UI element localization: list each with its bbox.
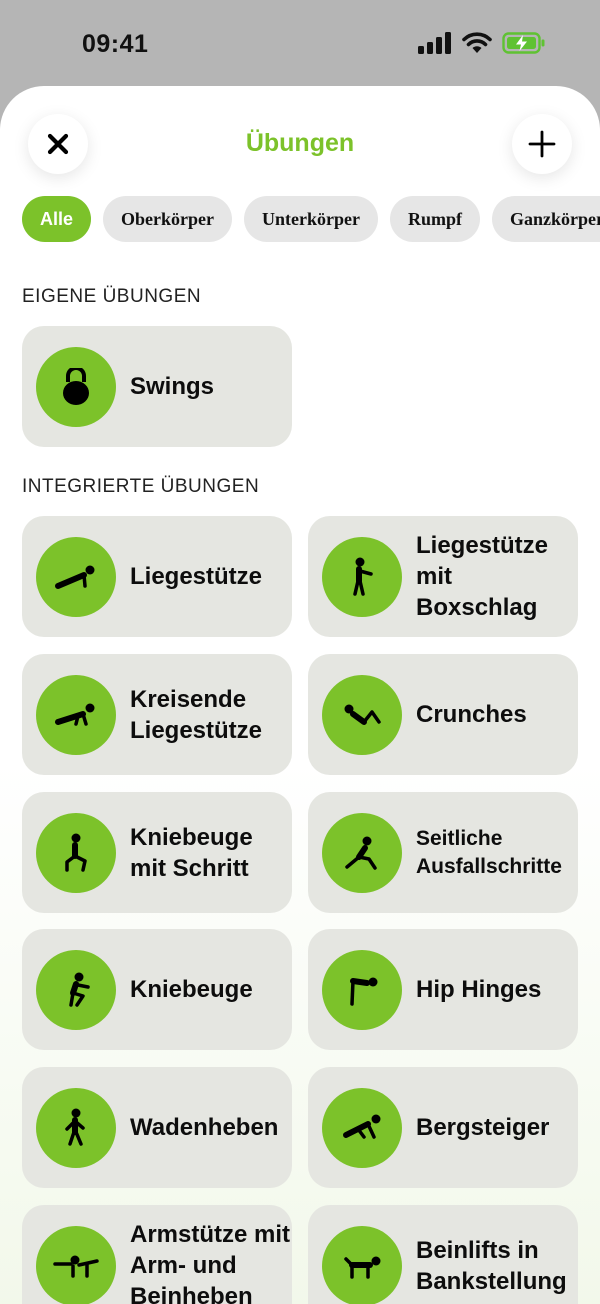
calf-raise-icon [65, 1108, 85, 1146]
exercise-card-crunches[interactable]: Crunches [308, 654, 578, 775]
cellular-signal-icon [418, 32, 451, 54]
filter-chip-core[interactable]: Rumpf [389, 196, 480, 242]
filter-chip-full-body[interactable]: Ganzkörper [492, 196, 600, 242]
exercise-card-boxing-push-ups[interactable]: Liegestütze mit Boxschlag [308, 516, 578, 637]
leg-lift-icon [344, 1256, 381, 1279]
exercise-card-squat[interactable]: Kniebeuge [22, 929, 292, 1050]
plus-icon [528, 130, 556, 158]
lunge-icon [65, 833, 87, 872]
filter-chip-all[interactable]: Alle [22, 196, 92, 242]
status-icons [418, 32, 546, 54]
plank-reach-icon [53, 1255, 99, 1278]
status-bar: 09:41 [0, 0, 600, 88]
filter-chips: Alle Oberkörper Unterkörper Rumpf Ganzkö… [22, 196, 600, 242]
exercise-label: Beinlifts in Bankstellung [416, 1236, 567, 1295]
exercise-label: Wadenheben [130, 1114, 279, 1141]
exercise-label: Seitliche Ausfallschritte [416, 826, 562, 878]
wifi-icon [462, 32, 492, 53]
boxing-icon [353, 557, 373, 596]
squat-icon [69, 972, 90, 1007]
exercise-card-hip-hinges[interactable]: Hip Hinges [308, 929, 578, 1050]
exercise-card-plank-reach[interactable]: Armstütze mit Arm- und Beinheben [22, 1205, 292, 1304]
exercise-label: Swings [130, 373, 215, 400]
exercise-sheet: Übungen Alle Oberkörper Unterkörper Rump… [0, 86, 600, 1304]
mountain-climber-icon [343, 1114, 381, 1139]
side-lunge-icon [345, 836, 377, 870]
exercise-card-side-lunges[interactable]: Seitliche Ausfallschritte [308, 792, 578, 913]
page-title: Übungen [245, 129, 355, 157]
exercise-label: Bergsteiger [416, 1114, 550, 1141]
exercise-card-mountain-climbers[interactable]: Bergsteiger [308, 1067, 578, 1188]
filter-chip-lower-body[interactable]: Unterkörper [244, 196, 378, 242]
add-exercise-button[interactable] [512, 114, 572, 174]
status-time: 09:41 [82, 30, 149, 58]
hip-hinge-icon [350, 977, 378, 1006]
battery-charging-icon [502, 32, 545, 54]
exercise-picker-screen: 09:41 Übungen Alle Oberkörper Unterkörpe… [0, 0, 600, 1304]
exercise-card-swings[interactable]: Swings [22, 326, 292, 447]
section-title-builtin: INTEGRIERTE ÜBUNGEN [22, 476, 260, 497]
exercise-label: Kniebeuge mit Schritt [130, 823, 253, 882]
exercise-card-calf-raises[interactable]: Wadenheben [22, 1067, 292, 1188]
exercise-label: Kreisende Liegestütze [130, 685, 263, 744]
exercise-card-circle-push-ups[interactable]: Kreisende Liegestütze [22, 654, 292, 775]
kettlebell-icon [63, 367, 89, 405]
exercise-card-leg-lifts[interactable]: Beinlifts in Bankstellung [308, 1205, 578, 1304]
section-title-own: EIGENE ÜBUNGEN [22, 286, 202, 307]
exercise-card-push-ups[interactable]: Liegestütze [22, 516, 292, 637]
push-up-icon [55, 565, 95, 589]
exercise-label: Crunches [416, 701, 527, 728]
exercise-label: Hip Hinges [416, 976, 542, 1003]
exercise-label: Kniebeuge [130, 976, 253, 1003]
exercise-label: Armstütze mit Arm- und Beinheben [130, 1221, 291, 1304]
sheet-header: Übungen [0, 86, 600, 196]
exercise-label: Liegestütze mit Boxschlag [416, 532, 549, 621]
exercise-label: Liegestütze [130, 563, 263, 590]
filter-chip-upper-body[interactable]: Oberkörper [103, 196, 232, 242]
crunch-icon [344, 704, 381, 725]
exercise-card-step-squat[interactable]: Kniebeuge mit Schritt [22, 792, 292, 913]
push-up-icon [55, 703, 95, 726]
